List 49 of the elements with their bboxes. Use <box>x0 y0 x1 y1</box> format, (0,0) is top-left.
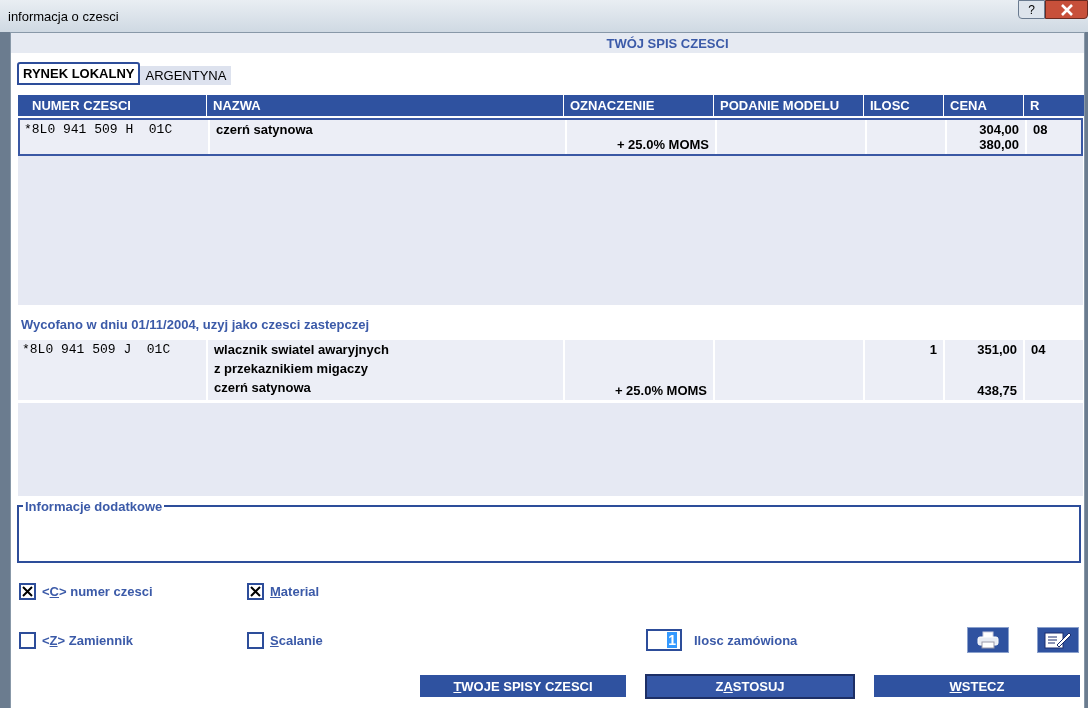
checkbox[interactable] <box>19 583 36 600</box>
action-button[interactable]: TWOJE SPISY CZESCI <box>420 675 626 697</box>
part-name: z przekaznikiem migaczy <box>214 361 369 376</box>
checkbox-label[interactable]: <C> numer czesci <box>42 584 153 599</box>
column-header: OZNACZENIE <box>563 95 713 116</box>
checkbox[interactable] <box>247 583 264 600</box>
checkbox-label[interactable]: <Z> Zamiennik <box>42 633 134 648</box>
additional-info-label: Informacje dodatkowe <box>23 499 165 514</box>
gross-price: 380,00 <box>979 137 1019 152</box>
edit-button[interactable] <box>1037 627 1080 653</box>
tax-note: + 25.0% MOMS <box>614 383 707 398</box>
part-name: czerń satynowa <box>214 380 312 395</box>
window-title: informacja o czesci <box>8 8 119 24</box>
printer-icon <box>976 631 1001 649</box>
gross-price: 438,75 <box>977 383 1017 398</box>
help-button[interactable]: ? <box>1018 0 1045 19</box>
part-name: wlacznik swiatel awaryjnych <box>214 342 390 357</box>
note-pen-icon <box>1043 630 1074 650</box>
quantity-text: 1 <box>929 342 937 357</box>
checkbox[interactable] <box>19 632 36 649</box>
column-header: PODANIE MODELU <box>713 95 863 116</box>
close-icon <box>1059 3 1074 16</box>
checkbox-label[interactable]: Material <box>270 584 320 599</box>
table-row[interactable]: *8L0 941 509 H 01C czerń satynowa + 25.0% MOMS 304,00 380,00 08 <box>18 118 1083 156</box>
action-button[interactable]: WSTECZ <box>874 675 1080 697</box>
checkbox-label[interactable]: Scalanie <box>270 633 323 648</box>
column-header: ILOSC <box>863 95 943 116</box>
replacement-notice: Wycofano w dniu 01/11/2004, uzyj jako czesci zastepczej <box>21 317 371 332</box>
table-row[interactable]: *8L0 941 509 J 01C wlacznik swiatel awaryjnych z przekaznikiem migaczy czerń satynowa + 25.0% MOMS 1 351,00 438,75 04 <box>18 340 1083 403</box>
part-name: czerń satynowa <box>216 122 314 137</box>
column-header: NUMER CZESCI <box>31 97 132 115</box>
part-number: *8L0 941 509 H 01C <box>24 122 174 137</box>
r-code: 08 <box>1033 122 1049 137</box>
close-button[interactable] <box>1045 0 1088 19</box>
r-code: 04 <box>1031 342 1047 357</box>
checkbox[interactable] <box>247 632 264 649</box>
tab[interactable]: RYNEK LOKALNY <box>17 62 141 85</box>
tab[interactable]: ARGENTYNA <box>140 66 232 85</box>
header-title: TWÓJ SPIS CZESCI <box>606 35 729 51</box>
tax-note: + 25.0% MOMS <box>616 137 709 152</box>
price: 351,00 <box>977 342 1017 357</box>
column-header: NAZWA <box>206 95 563 116</box>
action-button[interactable]: ZASTOSUJ <box>645 674 855 699</box>
part-number: *8L0 941 509 J 01C <box>22 342 172 357</box>
price: 304,00 <box>979 122 1019 137</box>
print-button[interactable] <box>967 627 1010 653</box>
quantity-label: Ilosc zamówiona <box>694 632 798 648</box>
column-header: CENA <box>943 95 1023 116</box>
column-header: R <box>1023 95 1083 116</box>
